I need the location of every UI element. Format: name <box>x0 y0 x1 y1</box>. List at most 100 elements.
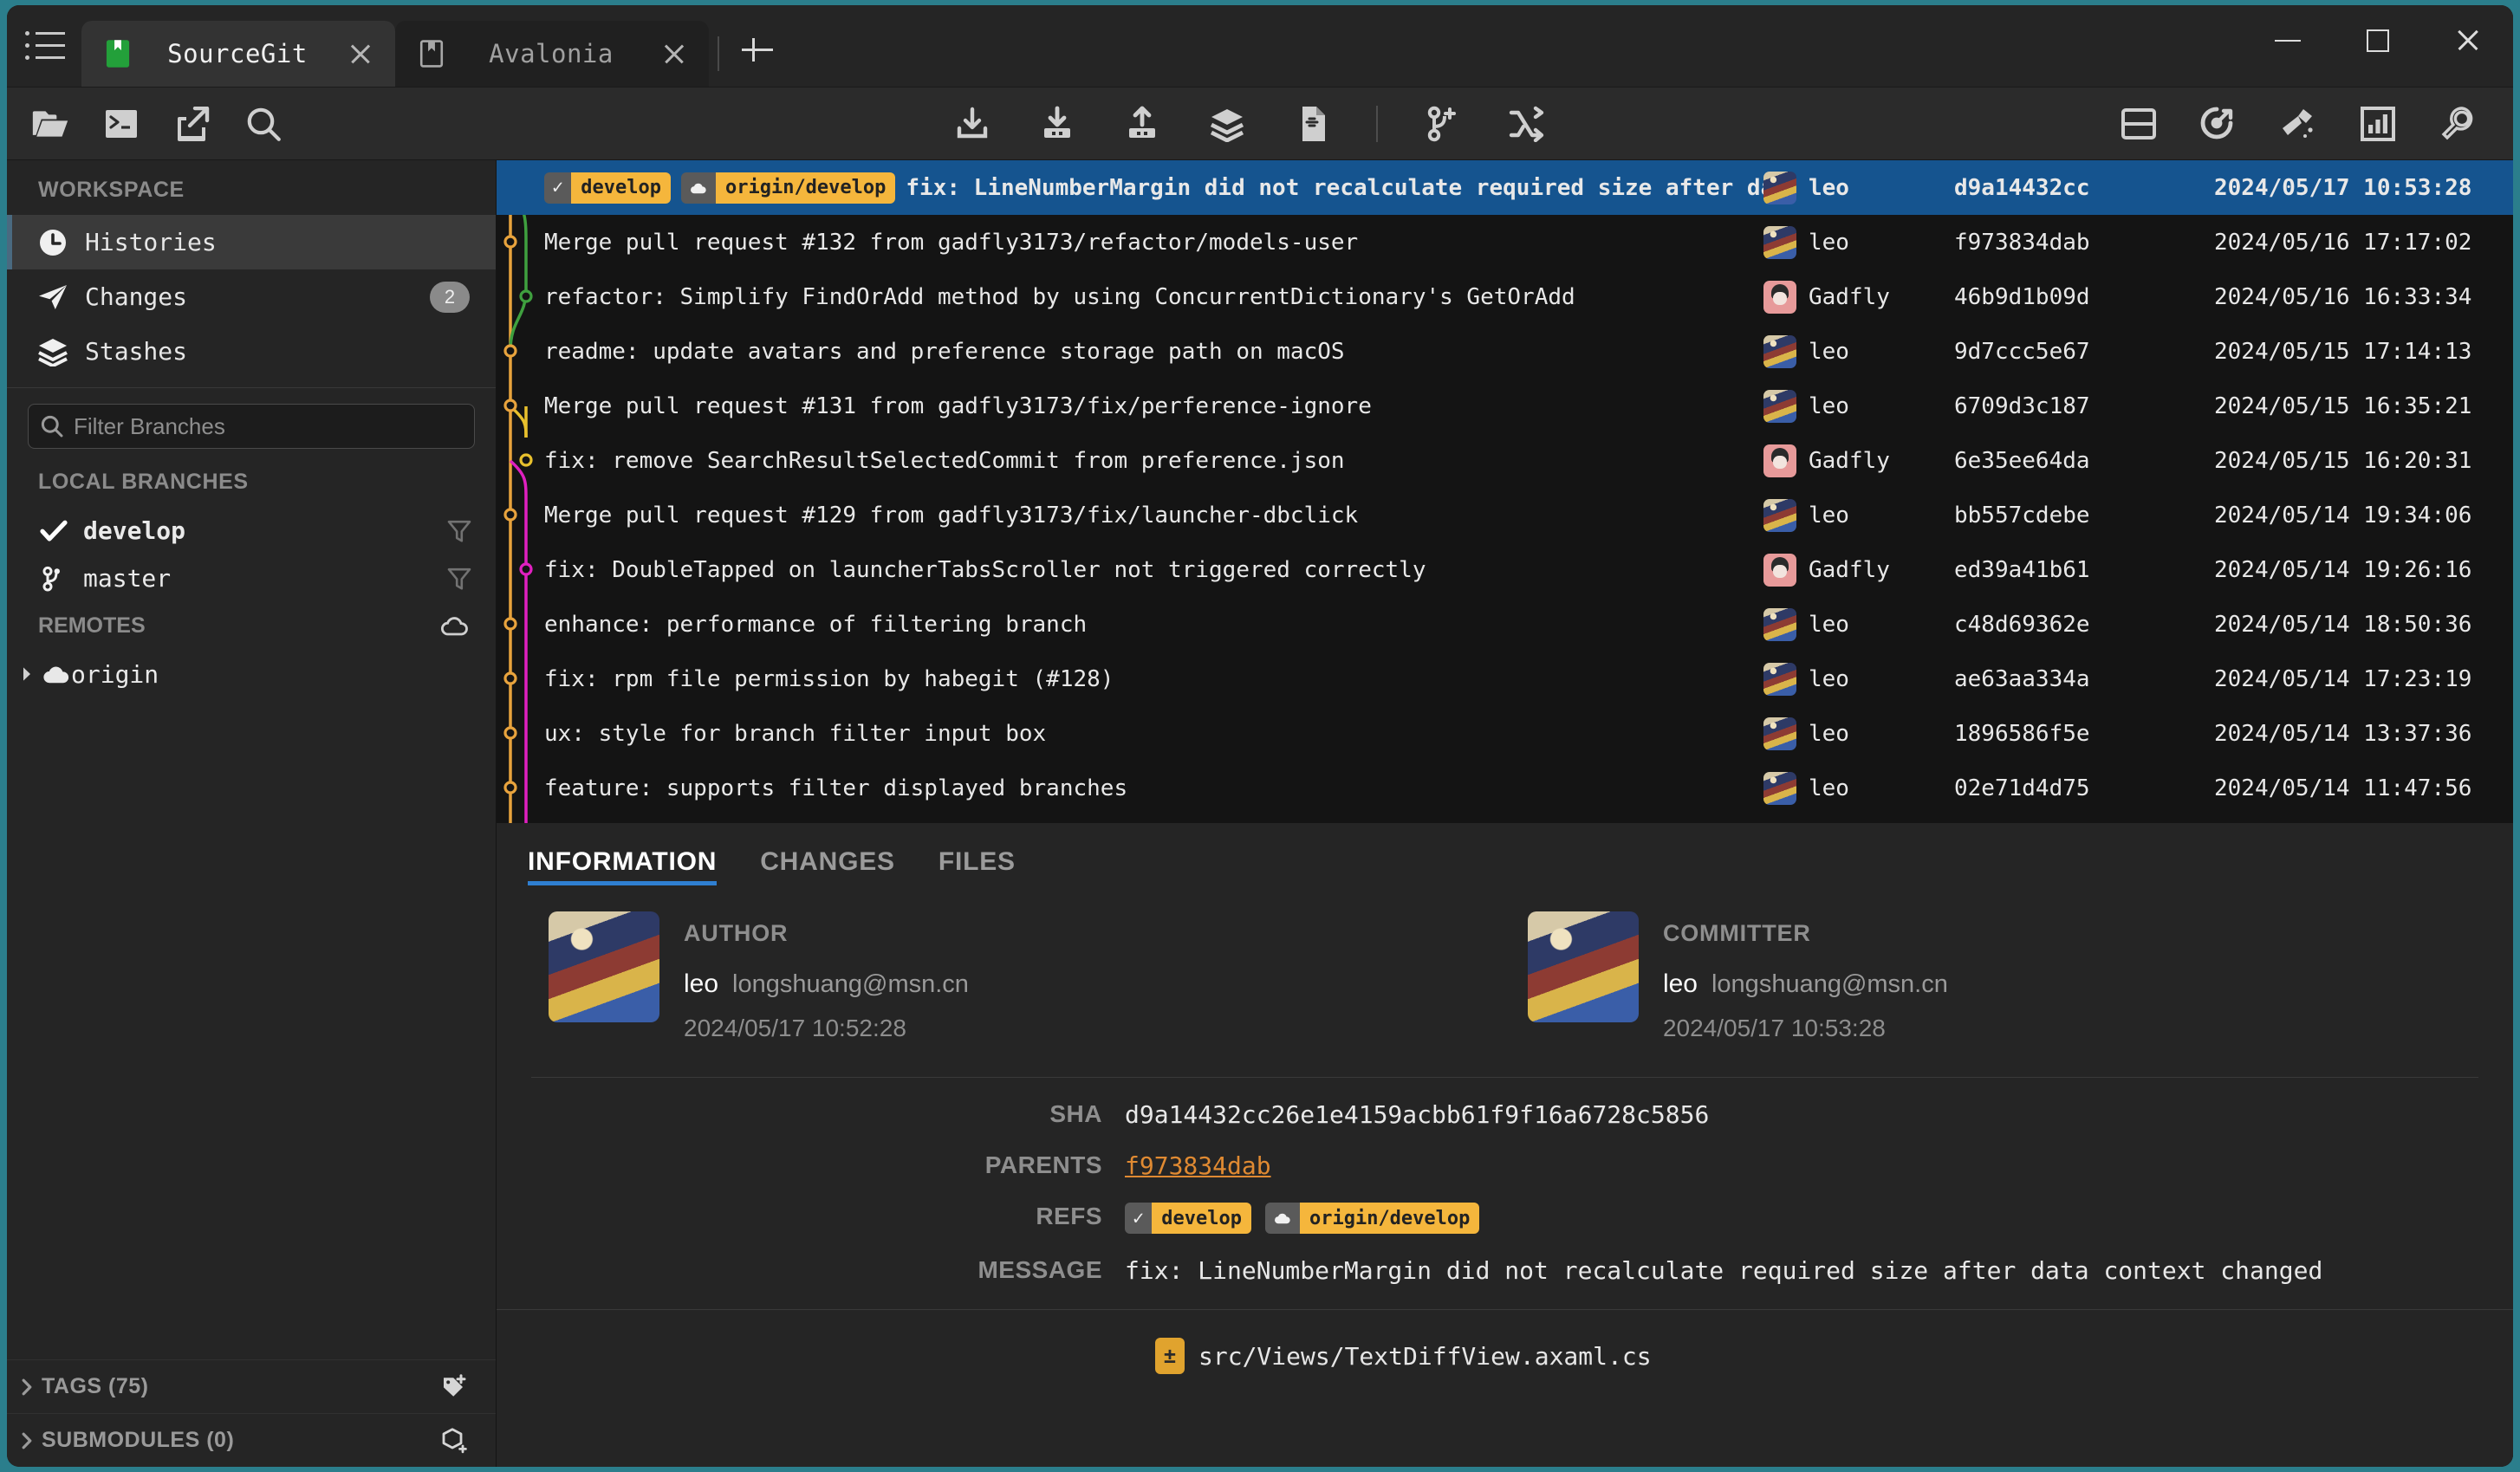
check-icon <box>36 520 71 542</box>
external-share-icon[interactable] <box>172 103 213 145</box>
avatar <box>1763 607 1796 641</box>
tab-files[interactable]: FILES <box>939 823 1016 885</box>
ref-tag-remote[interactable]: origin/develop <box>1264 1203 1480 1234</box>
commit-author-cell: leo <box>1763 498 1954 532</box>
table-row[interactable]: Merge pull request #129 from gadfly3173/… <box>497 488 2513 542</box>
terminal-icon[interactable] <box>101 103 142 145</box>
author-email: longshuang@msn.cn <box>732 970 969 998</box>
main-panel: ✓ develop origin/develop fix: LineNumber… <box>497 160 2513 1467</box>
ref-tag-local[interactable]: ✓ develop <box>1125 1203 1251 1234</box>
avatar <box>549 911 659 1022</box>
author-name: leo <box>1809 338 1849 365</box>
commit-author-cell: leo <box>1763 607 1954 641</box>
sidebar-item-label: Stashes <box>85 337 188 366</box>
target-icon[interactable] <box>2198 103 2239 145</box>
commit-message: fix: LineNumberMargin did not recalculat… <box>906 174 1763 201</box>
maximize-button[interactable] <box>2333 5 2423 76</box>
table-row[interactable]: Merge pull request #132 from gadfly3173/… <box>497 215 2513 269</box>
sidebar-item-histories[interactable]: Histories <box>7 215 496 269</box>
add-tag-icon[interactable] <box>440 1373 468 1401</box>
commit-sha-cell: 46b9d1b09d <box>1954 283 2090 310</box>
push-icon[interactable] <box>1121 103 1163 145</box>
tab-avalonia[interactable]: Avalonia <box>395 21 709 87</box>
new-tab-icon[interactable] <box>738 31 776 69</box>
check-icon: ✓ <box>1125 1203 1153 1234</box>
sidebar-section-tags[interactable]: TAGS (75) <box>7 1359 496 1413</box>
stash-icon[interactable] <box>1206 103 1248 145</box>
author-name: leo <box>1809 502 1849 528</box>
chevron-right-icon[interactable] <box>16 1431 38 1450</box>
open-repository-icon[interactable] <box>29 103 71 145</box>
message-value: fix: LineNumberMargin did not recalculat… <box>1125 1256 2323 1285</box>
divider <box>531 1077 2478 1078</box>
sidebar-item-changes[interactable]: Changes 2 <box>7 269 496 324</box>
author-time: 2024/05/17 10:52:28 <box>684 1015 906 1041</box>
table-row[interactable]: fix: rpm file permission by habegit (#12… <box>497 652 2513 706</box>
table-row[interactable]: readme: update avatars and preference st… <box>497 324 2513 379</box>
filter-branches-input[interactable] <box>74 412 462 440</box>
apply-patch-icon[interactable] <box>1291 103 1333 145</box>
tab-information[interactable]: INFORMATION <box>528 823 718 885</box>
tab-changes[interactable]: CHANGES <box>760 823 895 885</box>
close-button[interactable] <box>2423 5 2513 76</box>
new-branch-icon[interactable] <box>1421 103 1463 145</box>
close-icon[interactable] <box>659 38 690 69</box>
ref-tag-remote[interactable]: origin/develop <box>680 172 896 204</box>
sidebar-section-submodules[interactable]: SUBMODULES (0) <box>7 1413 496 1467</box>
refs-field: REFS ✓ develop origin/develop <box>497 1203 2513 1234</box>
author-name: leo <box>1809 229 1849 256</box>
chevron-right-icon[interactable] <box>16 665 38 683</box>
table-row[interactable]: fix: DoubleTapped on launcherTabsScrolle… <box>497 542 2513 597</box>
chevron-right-icon[interactable] <box>16 1378 38 1397</box>
committer-role-label: COMMITTER <box>1662 920 1811 946</box>
filter-icon[interactable] <box>447 567 471 591</box>
statistics-icon[interactable] <box>2357 103 2399 145</box>
main-menu-icon[interactable] <box>21 21 69 69</box>
table-row[interactable]: enhance: performance of filtering branch… <box>497 597 2513 652</box>
layout-icon[interactable] <box>2118 103 2160 145</box>
refs-value: ✓ develop origin/develop <box>1125 1203 1480 1234</box>
branch-item-develop[interactable]: develop <box>7 507 496 554</box>
commit-sha-cell: 02e71d4d75 <box>1954 775 2090 801</box>
commit-message: refactor: Simplify FindOrAdd method by u… <box>544 283 1575 310</box>
changed-file-row[interactable]: ± src/Views/TextDiffView.axaml.cs <box>497 1310 2513 1374</box>
committer-block: COMMITTER leo longshuang@msn.cn 2024/05/… <box>1527 911 1948 1042</box>
table-row[interactable]: refactor: Simplify FindOrAdd method by u… <box>497 269 2513 324</box>
commit-sha-cell: d9a14432cc <box>1954 174 2090 201</box>
tab-sourcegit[interactable]: SourceGit <box>81 21 395 87</box>
table-row[interactable]: ux: style for branch filter input box le… <box>497 706 2513 761</box>
remotes-header-row: REMOTES <box>7 602 496 649</box>
filter-icon[interactable] <box>447 519 471 543</box>
author-name-row: leo longshuang@msn.cn <box>684 969 969 999</box>
add-submodule-icon[interactable] <box>440 1427 468 1455</box>
commit-author-cell: leo <box>1763 389 1954 423</box>
table-row[interactable]: ✓ develop origin/develop fix: LineNumber… <box>497 160 2513 215</box>
filter-branches-box[interactable] <box>28 404 475 449</box>
pull-icon[interactable] <box>1036 103 1078 145</box>
settings-wrench-icon[interactable] <box>2437 103 2478 145</box>
commit-message: fix: rpm file permission by habegit (#12… <box>544 665 1114 692</box>
search-icon <box>41 415 63 438</box>
file-status-badge: ± <box>1155 1338 1185 1374</box>
search-icon[interactable] <box>243 103 284 145</box>
table-row[interactable]: fix: remove SearchResultSelectedCommit f… <box>497 433 2513 488</box>
ref-tag-local[interactable]: ✓ develop <box>544 172 671 204</box>
add-remote-icon[interactable] <box>440 614 470 637</box>
close-icon[interactable] <box>345 38 376 69</box>
remote-item-origin[interactable]: origin <box>7 649 496 699</box>
table-row[interactable]: feature: supports filter displayed branc… <box>497 761 2513 815</box>
shuffle-icon[interactable] <box>1506 103 1548 145</box>
local-branches-header: LOCAL BRANCHES <box>38 470 249 494</box>
clean-icon[interactable] <box>2277 103 2319 145</box>
commit-author-cell: leo <box>1763 225 1954 259</box>
table-row[interactable]: Merge pull request #131 from gadfly3173/… <box>497 379 2513 433</box>
fetch-icon[interactable] <box>951 103 993 145</box>
branch-item-master[interactable]: master <box>7 554 496 602</box>
sidebar-item-stashes[interactable]: Stashes <box>7 324 496 379</box>
commit-author-cell: leo <box>1763 662 1954 696</box>
changes-count-badge: 2 <box>430 281 470 313</box>
check-icon: ✓ <box>544 172 572 204</box>
minimize-button[interactable] <box>2243 5 2333 76</box>
commit-list[interactable]: ✓ develop origin/develop fix: LineNumber… <box>497 160 2513 823</box>
parent-sha-link[interactable]: f973834dab <box>1125 1151 1271 1180</box>
